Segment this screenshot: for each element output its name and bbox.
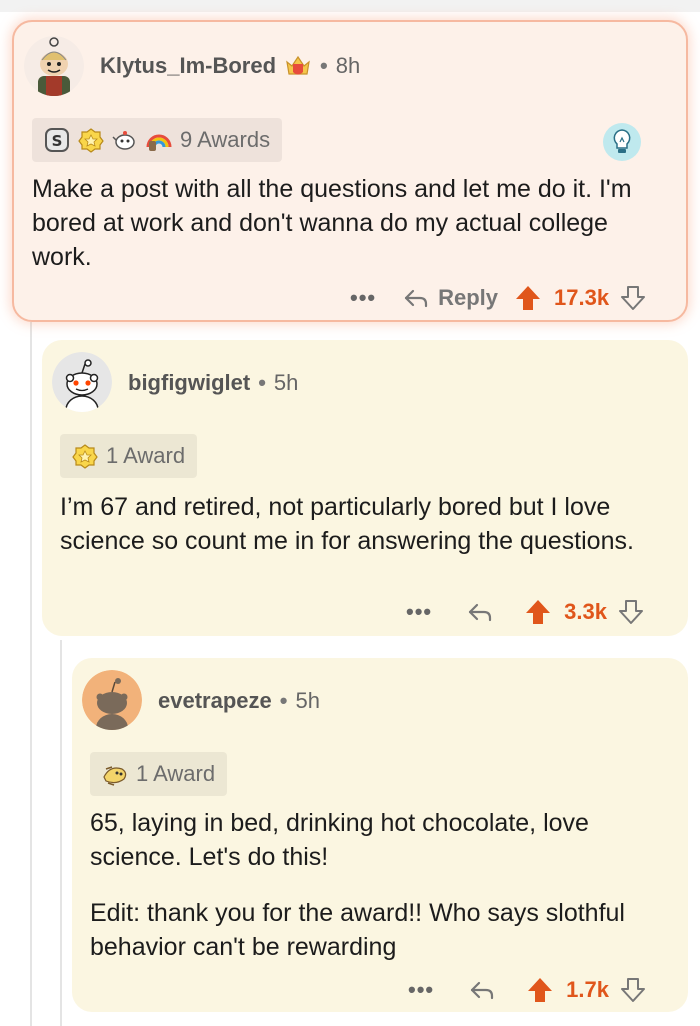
separator-dot: • <box>320 53 328 78</box>
awards-bar[interactable]: S 9 Awards <box>32 118 283 162</box>
comment-header: evetrapeze • 5h <box>158 688 320 714</box>
avatar[interactable] <box>24 36 84 96</box>
comment-body: Make a post with all the questions and l… <box>32 172 672 274</box>
comment-header: bigfigwiglet • 5h <box>128 370 298 396</box>
avatar[interactable] <box>52 352 112 412</box>
separator-dot: • <box>258 370 266 395</box>
more-options-button[interactable]: ••• <box>408 977 434 1003</box>
upvote-button[interactable] <box>524 598 552 626</box>
comment-body: 65, laying in bed, drinking hot chocolat… <box>90 806 676 964</box>
downvote-button[interactable] <box>619 284 647 312</box>
comment-actions: ••• 3.3k <box>406 598 645 626</box>
reply-label: Reply <box>438 285 499 310</box>
username[interactable]: evetrapeze <box>158 688 272 714</box>
more-options-button[interactable]: ••• <box>350 285 376 311</box>
downvote-button[interactable] <box>617 598 645 626</box>
comment-body: I’m 67 and retired, not particularly bor… <box>60 490 660 558</box>
thread-line-1[interactable] <box>30 322 32 1026</box>
more-options-button[interactable]: ••• <box>406 599 432 625</box>
lightbulb-icon[interactable] <box>602 122 642 162</box>
awards-count: 9 Awards <box>180 127 271 152</box>
downvote-button[interactable] <box>619 976 647 1004</box>
downvote-arrow-icon <box>619 976 647 1004</box>
comment-actions: ••• 1.7k <box>408 976 647 1004</box>
thread-line-2[interactable] <box>60 640 62 1026</box>
comment-paragraph: I’m 67 and retired, not particularly bor… <box>60 493 634 555</box>
reply-button[interactable] <box>466 598 494 626</box>
rainbow-award-icon <box>146 127 172 153</box>
comment-actions: ••• Reply 17.3k <box>350 284 647 312</box>
reply-button[interactable] <box>468 976 496 1004</box>
comment-card-3[interactable]: evetrapeze • 5h 1 Award 65, laying in be… <box>72 658 688 1012</box>
upvote-arrow-icon <box>524 598 552 626</box>
reply-icon <box>468 976 496 1004</box>
vote-score: 17.3k <box>554 285 610 310</box>
timestamp: 5h <box>295 688 320 713</box>
reply-button[interactable]: Reply <box>402 284 498 312</box>
crown-shield-icon <box>284 52 312 80</box>
vote-score: 1.7k <box>566 977 609 1002</box>
comment-header: Klytus_Im-Bored • 8h <box>100 52 360 80</box>
timestamp: 8h <box>335 53 361 78</box>
awards-bar[interactable]: 1 Award <box>60 434 198 478</box>
username[interactable]: bigfigwiglet <box>128 370 250 396</box>
awards-count: 1 Award <box>106 443 186 468</box>
reply-icon <box>402 284 430 312</box>
awards-count: 1 Award <box>136 761 216 786</box>
top-bar <box>0 0 700 12</box>
downvote-arrow-icon <box>617 598 645 626</box>
username[interactable]: Klytus_Im-Bored <box>100 53 276 79</box>
awards-bar[interactable]: 1 Award <box>90 752 228 796</box>
vote-score: 3.3k <box>564 599 607 624</box>
gold-badge-award-icon <box>78 127 104 153</box>
upvote-arrow-icon <box>514 284 542 312</box>
silver-award-icon: S <box>44 127 70 153</box>
separator-dot: • <box>279 688 288 713</box>
comment-paragraph: 65, laying in bed, drinking hot chocolat… <box>90 809 589 871</box>
comment-card-2[interactable]: bigfigwiglet • 5h 1 Award I’m 67 and ret… <box>42 340 688 636</box>
svg-text:S: S <box>52 132 63 150</box>
downvote-arrow-icon <box>619 284 647 312</box>
comment-paragraph: Edit: thank you for the award!! Who says… <box>90 899 625 961</box>
reply-icon <box>466 598 494 626</box>
gold-badge-award-icon <box>72 443 98 469</box>
timestamp: 5h <box>273 370 299 395</box>
teapot-award-icon <box>112 127 138 153</box>
upvote-button[interactable] <box>514 284 542 312</box>
avatar[interactable] <box>82 670 142 730</box>
comment-paragraph: Make a post with all the questions and l… <box>32 175 632 271</box>
upvote-button[interactable] <box>526 976 554 1004</box>
upvote-arrow-icon <box>526 976 554 1004</box>
comment-card-1[interactable]: Klytus_Im-Bored • 8h S 9 Awards Make a p… <box>12 20 688 322</box>
sloth-award-icon <box>102 761 128 787</box>
